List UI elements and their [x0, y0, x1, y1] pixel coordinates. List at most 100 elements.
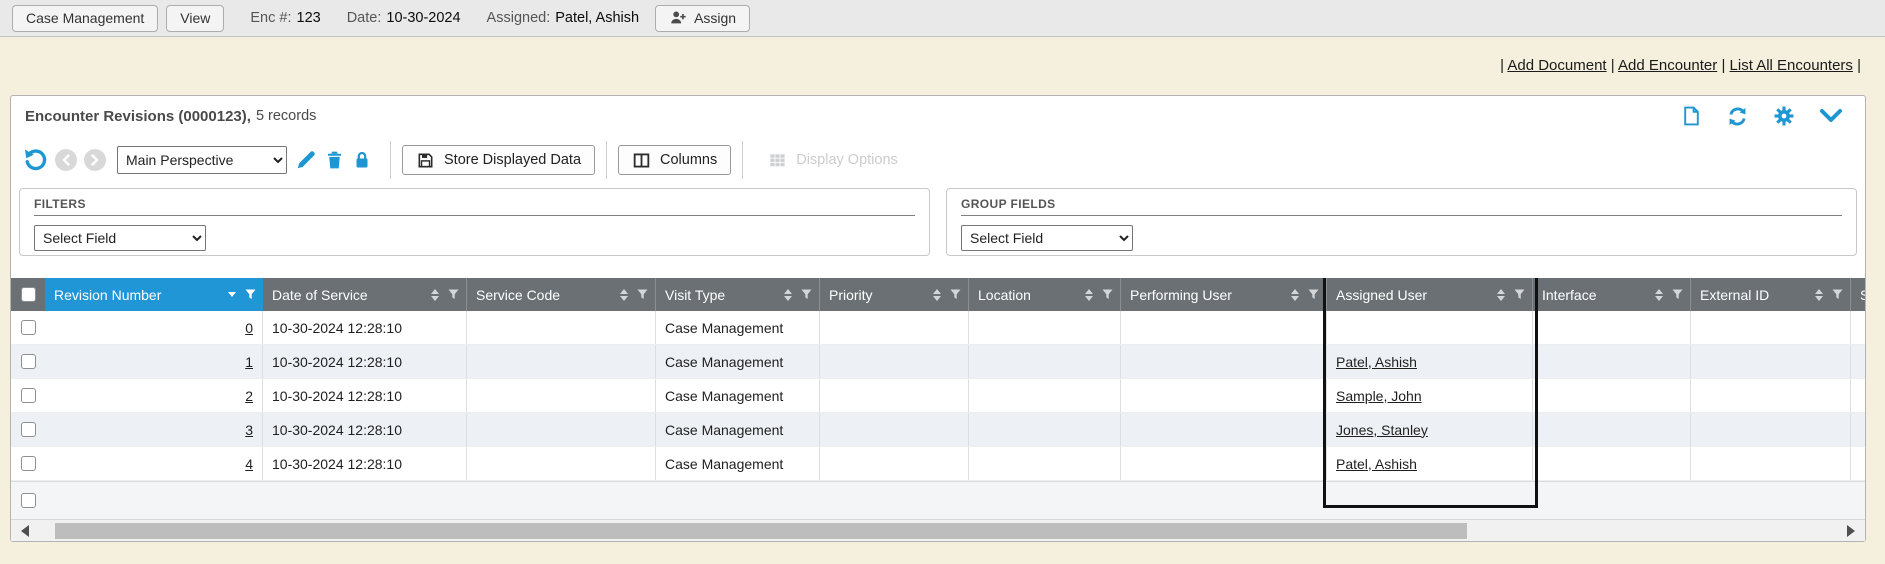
action-link-list-all-encounters[interactable]: List All Encounters — [1730, 57, 1853, 74]
person-plus-icon — [669, 9, 687, 27]
scroll-right-arrow-icon[interactable] — [1847, 525, 1855, 537]
cell-assigned-user: Sample, John — [1327, 379, 1533, 412]
filter-funnel-icon[interactable] — [1832, 289, 1843, 300]
collapse-chevron-icon[interactable] — [1819, 108, 1843, 124]
column-header-service-code[interactable]: Service Code — [467, 278, 656, 311]
case-management-button[interactable]: Case Management — [12, 5, 158, 32]
prev-perspective-icon[interactable] — [55, 149, 77, 171]
revision-link[interactable]: 1 — [245, 354, 253, 370]
column-header-external-id[interactable]: External ID — [1691, 278, 1851, 311]
new-document-icon[interactable] — [1681, 105, 1702, 127]
toolbar-separator — [742, 141, 743, 179]
sort-icon[interactable] — [1815, 289, 1823, 301]
record-count: 5 records — [256, 108, 316, 124]
cell-service-code — [467, 345, 656, 378]
column-header-s[interactable]: S — [1851, 278, 1865, 311]
row-checkbox[interactable] — [21, 320, 36, 335]
scroll-left-arrow-icon[interactable] — [21, 525, 29, 537]
revision-link[interactable]: 2 — [245, 388, 253, 404]
horizontal-scrollbar[interactable] — [11, 519, 1865, 541]
lock-icon[interactable] — [352, 149, 372, 171]
scrollbar-thumb[interactable] — [55, 523, 1467, 539]
filter-funnel-icon[interactable] — [637, 289, 648, 300]
column-header-assigned-user[interactable]: Assigned User — [1327, 278, 1533, 311]
columns-button-label: Columns — [660, 152, 717, 168]
column-label: Visit Type — [665, 287, 780, 303]
filter-funnel-icon[interactable] — [1672, 289, 1683, 300]
cell-external-id — [1691, 345, 1851, 378]
next-perspective-icon[interactable] — [84, 149, 106, 171]
row-checkbox[interactable] — [21, 456, 36, 471]
assigned-user-link[interactable]: Patel, Ashish — [1336, 354, 1417, 370]
row-checkbox[interactable] — [21, 422, 36, 437]
column-header-performing-user[interactable]: Performing User — [1121, 278, 1327, 311]
cell-s — [1851, 311, 1865, 344]
sort-icon[interactable] — [431, 289, 439, 301]
assigned-user-link[interactable]: Jones, Stanley — [1336, 422, 1428, 438]
filter-funnel-icon[interactable] — [448, 289, 459, 300]
sort-icon[interactable] — [1085, 289, 1093, 301]
edit-pencil-icon[interactable] — [295, 149, 317, 171]
refresh-icon[interactable] — [1726, 105, 1749, 128]
sort-icon[interactable] — [1291, 289, 1299, 301]
filter-funnel-icon[interactable] — [245, 289, 256, 300]
cell-external-id — [1691, 413, 1851, 446]
table-row: 110-30-2024 12:28:10Case ManagementPatel… — [11, 345, 1865, 379]
filter-funnel-icon[interactable] — [1102, 289, 1113, 300]
columns-button[interactable]: Columns — [618, 145, 731, 175]
cell-revision: 2 — [45, 379, 263, 412]
delete-trash-icon[interactable] — [324, 149, 345, 171]
action-link-add-encounter[interactable]: Add Encounter — [1618, 57, 1717, 74]
select-all-checkbox[interactable] — [21, 287, 36, 302]
toolbar-separator — [606, 141, 607, 179]
column-header-location[interactable]: Location — [969, 278, 1121, 311]
revision-link[interactable]: 0 — [245, 320, 253, 336]
filter-funnel-icon[interactable] — [1514, 289, 1525, 300]
sort-icon[interactable] — [1655, 289, 1663, 301]
column-label: S — [1860, 287, 1865, 303]
group-fields-select-field[interactable]: Select Field — [961, 225, 1133, 251]
store-displayed-data-button[interactable]: Store Displayed Data — [402, 145, 595, 175]
new-row-checkbox[interactable] — [21, 493, 36, 508]
assigned-user-link[interactable]: Patel, Ashish — [1336, 456, 1417, 472]
row-checkbox-cell — [11, 413, 45, 446]
perspective-select[interactable]: Main Perspective — [117, 146, 287, 174]
filter-funnel-icon[interactable] — [1308, 289, 1319, 300]
filters-select-field[interactable]: Select Field — [34, 225, 206, 251]
cell-assigned-user: Jones, Stanley — [1327, 413, 1533, 446]
row-checkbox[interactable] — [21, 388, 36, 403]
revision-link[interactable]: 4 — [245, 456, 253, 472]
column-header-visit-type[interactable]: Visit Type — [656, 278, 820, 311]
column-header-revision-number[interactable]: Revision Number — [45, 278, 263, 311]
cell-performing-user — [1121, 413, 1327, 446]
save-floppy-icon — [416, 151, 435, 170]
column-header-date-of-service[interactable]: Date of Service — [263, 278, 467, 311]
filter-funnel-icon[interactable] — [801, 289, 812, 300]
cell-location — [969, 379, 1121, 412]
cell-performing-user — [1121, 345, 1327, 378]
display-options-grid-icon — [768, 151, 787, 170]
row-checkbox[interactable] — [21, 354, 36, 369]
group-fields-box: GROUP FIELDS Select Field — [946, 188, 1857, 256]
sort-icon[interactable] — [1497, 289, 1505, 301]
filter-funnel-icon[interactable] — [950, 289, 961, 300]
column-label: Revision Number — [54, 287, 224, 303]
panel-title: Encounter Revisions (0000123), — [25, 108, 251, 125]
view-button[interactable]: View — [166, 5, 224, 32]
cell-visit-type: Case Management — [656, 311, 820, 344]
sort-icon[interactable] — [620, 289, 628, 301]
assign-button[interactable]: Assign — [655, 5, 750, 32]
settings-gear-icon[interactable] — [1773, 105, 1795, 127]
column-header-interface[interactable]: Interface — [1533, 278, 1691, 311]
grid-toolbar: Main Perspective — [11, 136, 1865, 184]
sort-desc-icon[interactable] — [228, 292, 236, 297]
sort-icon[interactable] — [933, 289, 941, 301]
undo-icon[interactable] — [23, 148, 48, 173]
column-header-priority[interactable]: Priority — [820, 278, 969, 311]
assigned-user-link[interactable]: Sample, John — [1336, 388, 1422, 404]
sort-icon[interactable] — [784, 289, 792, 301]
revision-link[interactable]: 3 — [245, 422, 253, 438]
encounter-revisions-panel: Encounter Revisions (0000123), 5 records — [10, 95, 1866, 542]
action-link-add-document[interactable]: Add Document — [1507, 57, 1606, 74]
cell-performing-user — [1121, 311, 1327, 344]
